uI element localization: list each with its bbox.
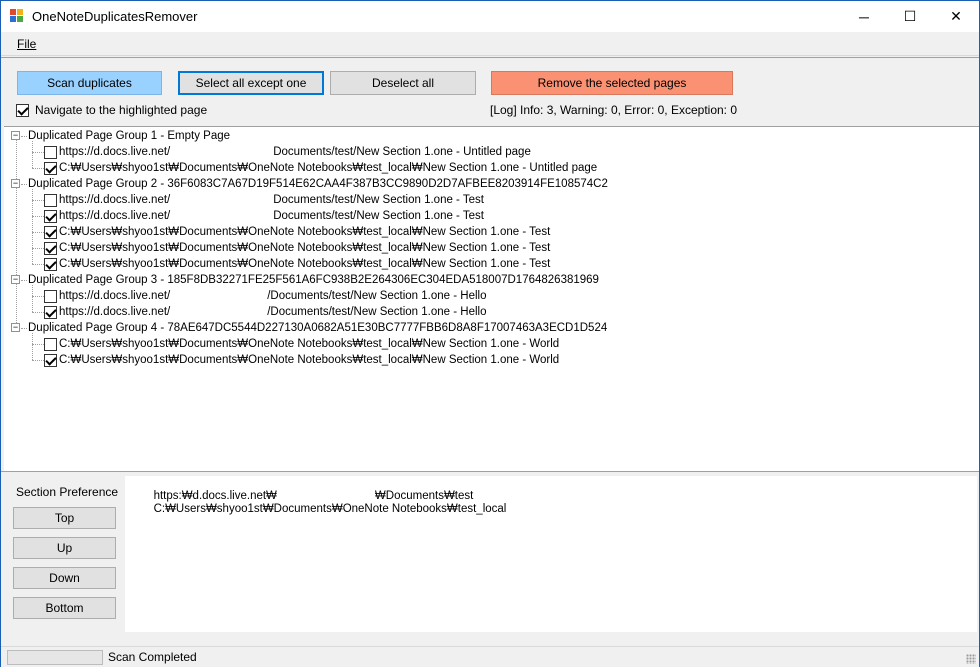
progress-bar xyxy=(7,650,103,665)
page-path: https://d.docs.live.net/ xyxy=(59,146,171,158)
remove-selected-pages-button[interactable]: Remove the selected pages xyxy=(491,71,733,95)
page-node[interactable]: C:₩Users₩shyoo1st₩Documents₩OneNote Note… xyxy=(44,336,559,352)
group-node[interactable]: Duplicated Page Group 4 - 78AE647DC5544D… xyxy=(28,320,607,336)
tree-connector xyxy=(32,152,44,153)
page-checkbox[interactable] xyxy=(44,257,57,271)
page-path: https://d.docs.live.net/ xyxy=(59,210,171,222)
tree-connector xyxy=(21,328,27,329)
top-button[interactable]: Top xyxy=(13,507,116,529)
page-node[interactable]: https://d.docs.live.net/Documents/test/N… xyxy=(44,144,531,160)
page-checkbox[interactable] xyxy=(44,289,57,303)
tree-connector xyxy=(32,248,44,249)
page-node[interactable]: C:₩Users₩shyoo1st₩Documents₩OneNote Note… xyxy=(44,160,597,176)
tree-connector xyxy=(21,280,27,281)
page-path: C:₩Users₩shyoo1st₩Documents₩OneNote Note… xyxy=(59,354,560,366)
navigate-option[interactable]: Navigate to the highlighted page xyxy=(16,103,207,117)
navigate-label: Navigate to the highlighted page xyxy=(35,103,208,117)
page-path-suffix: /Documents/test/New Section 1.one - Hell… xyxy=(267,290,487,302)
page-path-suffix: Documents/test/New Section 1.one - Untit… xyxy=(273,146,531,158)
tree-connector xyxy=(32,285,33,312)
resize-grip[interactable] xyxy=(966,654,976,664)
page-node[interactable]: C:₩Users₩shyoo1st₩Documents₩OneNote Note… xyxy=(44,352,559,368)
page-path: C:₩Users₩shyoo1st₩Documents₩OneNote Note… xyxy=(59,226,551,238)
log-status: [Log] Info: 3, Warning: 0, Error: 0, Exc… xyxy=(490,103,738,117)
navigate-checkbox[interactable] xyxy=(16,103,29,117)
close-button[interactable]: ✕ xyxy=(933,1,979,32)
tree-connector xyxy=(32,360,44,361)
page-checkbox[interactable] xyxy=(44,225,57,239)
minimize-button[interactable]: ─ xyxy=(841,1,887,32)
page-path-suffix: /Documents/test/New Section 1.one - Hell… xyxy=(267,306,487,318)
page-node[interactable]: https://d.docs.live.net/ /Documents/test/… xyxy=(44,304,486,320)
tree-connector xyxy=(32,232,44,233)
page-checkbox[interactable] xyxy=(44,337,57,351)
section-preference-panel: Section Preference Top Up Down Bottom ht… xyxy=(1,476,979,646)
app-window: OneNoteDuplicatesRemover ─ ☐ ✕ File Scan… xyxy=(0,0,980,667)
tree-connector xyxy=(32,200,44,201)
deselect-all-button[interactable]: Deselect all xyxy=(330,71,476,95)
duplicates-tree[interactable]: − Duplicated Page Group 1 - Empty Page htt… xyxy=(4,126,979,471)
tree-connector xyxy=(32,216,44,217)
page-path: https://d.docs.live.net/ xyxy=(59,290,171,302)
collapse-group-icon[interactable]: − xyxy=(11,131,20,140)
tree-connector xyxy=(16,140,17,325)
page-path: C:₩Users₩shyoo1st₩Documents₩OneNote Note… xyxy=(59,242,551,254)
page-checkbox[interactable] xyxy=(44,209,57,223)
page-node[interactable]: C:₩Users₩shyoo1st₩Documents₩OneNote Note… xyxy=(44,256,550,272)
tree-connector xyxy=(32,333,33,360)
window-title: OneNoteDuplicatesRemover xyxy=(32,9,198,24)
status-text: Scan Completed xyxy=(108,650,197,664)
collapse-group-icon[interactable]: − xyxy=(11,275,20,284)
group-node[interactable]: Duplicated Page Group 3 - 185F8DB32271FE… xyxy=(28,272,599,288)
page-path: C:₩Users₩shyoo1st₩Documents₩OneNote Note… xyxy=(59,162,598,174)
page-node[interactable]: https://d.docs.live.net/Documents/test/N… xyxy=(44,208,484,224)
menu-file[interactable]: File xyxy=(17,37,36,51)
select-all-except-one-button[interactable]: Select all except one xyxy=(178,71,324,95)
bottom-button[interactable]: Bottom xyxy=(13,597,116,619)
menu-bar: File xyxy=(1,32,979,56)
collapse-group-icon[interactable]: − xyxy=(11,179,20,188)
tree-connector xyxy=(32,312,44,313)
section-preference-label: Section Preference xyxy=(16,485,119,499)
toolbar: Scan duplicates Select all except one De… xyxy=(1,57,979,125)
page-checkbox[interactable] xyxy=(44,145,57,159)
page-node[interactable]: C:₩Users₩shyoo1st₩Documents₩OneNote Note… xyxy=(44,224,550,240)
tree-connector xyxy=(32,296,44,297)
status-bar: Scan Completed xyxy=(1,646,979,667)
down-button[interactable]: Down xyxy=(13,567,116,589)
page-node[interactable]: C:₩Users₩shyoo1st₩Documents₩OneNote Note… xyxy=(44,240,550,256)
page-checkbox[interactable] xyxy=(44,161,57,175)
page-path-suffix: Documents/test/New Section 1.one - Test xyxy=(273,210,484,222)
maximize-button[interactable]: ☐ xyxy=(887,1,933,32)
tree-connector xyxy=(32,189,33,264)
page-path: C:₩Users₩shyoo1st₩Documents₩OneNote Note… xyxy=(59,338,560,350)
app-icon xyxy=(10,9,25,24)
page-path: https://d.docs.live.net/ xyxy=(59,306,171,318)
page-checkbox[interactable] xyxy=(44,305,57,319)
page-node[interactable]: https://d.docs.live.net/ /Documents/test/… xyxy=(44,288,486,304)
tree-connector xyxy=(21,184,27,185)
page-checkbox[interactable] xyxy=(44,193,57,207)
page-path: C:₩Users₩shyoo1st₩Documents₩OneNote Note… xyxy=(59,258,551,270)
page-path-suffix: Documents/test/New Section 1.one - Test xyxy=(273,194,484,206)
page-checkbox[interactable] xyxy=(44,241,57,255)
tree-connector xyxy=(32,141,33,168)
up-button[interactable]: Up xyxy=(13,537,116,559)
title-bar[interactable]: OneNoteDuplicatesRemover ─ ☐ ✕ xyxy=(1,1,979,32)
page-node[interactable]: https://d.docs.live.net/Documents/test/N… xyxy=(44,192,484,208)
group-node[interactable]: Duplicated Page Group 2 - 36F6083C7A67D1… xyxy=(28,176,608,192)
list-item[interactable]: C:₩Users₩shyoo1st₩Documents₩OneNote Note… xyxy=(128,491,507,527)
page-path: https://d.docs.live.net/ xyxy=(59,194,171,206)
tree-connector xyxy=(21,136,27,137)
collapse-group-icon[interactable]: − xyxy=(11,323,20,332)
scan-duplicates-button[interactable]: Scan duplicates xyxy=(17,71,162,95)
page-checkbox[interactable] xyxy=(44,353,57,367)
group-node[interactable]: Duplicated Page Group 1 - Empty Page xyxy=(28,128,230,144)
section-preference-list[interactable]: https:₩d.docs.live.net₩ ₩Documents₩test C… xyxy=(125,476,977,632)
tree-connector xyxy=(32,168,44,169)
tree-connector xyxy=(32,264,44,265)
tree-connector xyxy=(32,344,44,345)
